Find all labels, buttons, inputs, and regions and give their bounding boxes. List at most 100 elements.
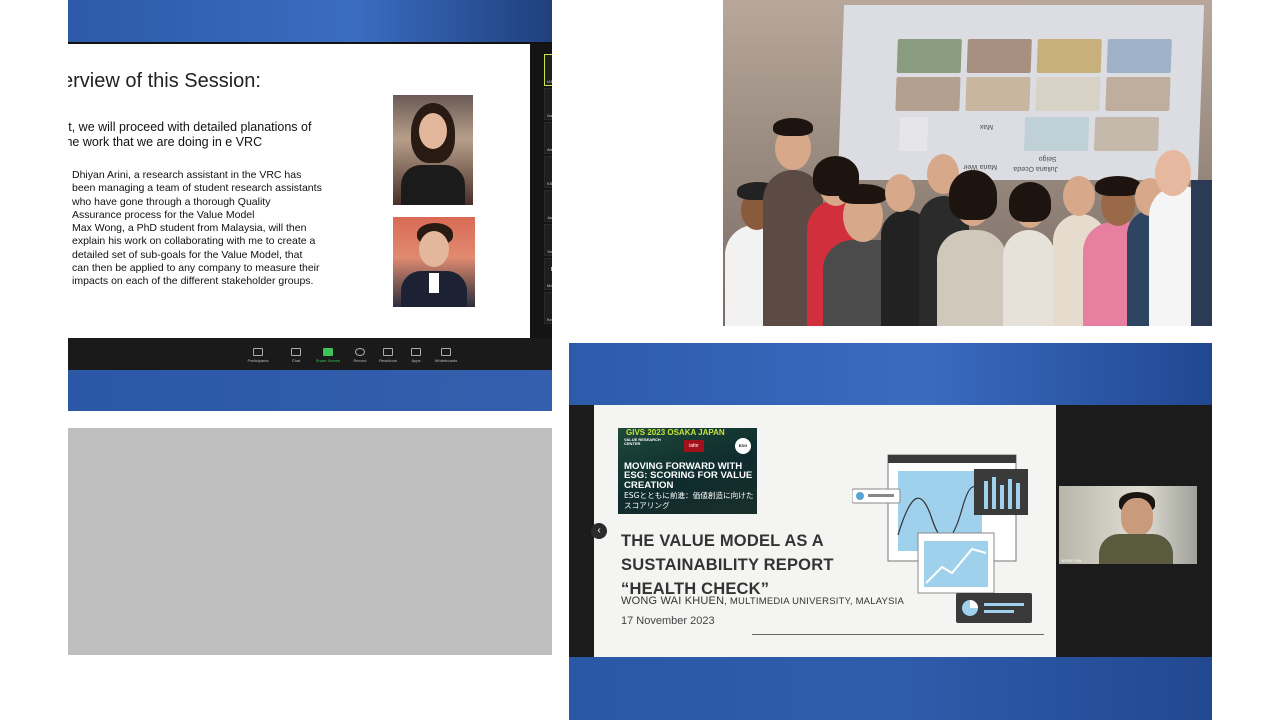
participant-name: Masao Tomonaga — [545, 267, 552, 273]
person-hair — [1095, 176, 1141, 196]
person — [1191, 180, 1212, 326]
whiteboard-icon — [441, 348, 451, 356]
person-face — [885, 174, 915, 212]
gallery-tile — [896, 39, 962, 73]
participant-tile[interactable]: Gautam Mahajan — [544, 88, 552, 120]
screen-name-label: Seigo — [1038, 155, 1057, 162]
person-hair — [949, 170, 997, 220]
cover-japanese: ESGとともに前進：価値創造に向けたスコアリング — [624, 491, 754, 510]
whiteboards-label: Whiteboards — [434, 358, 458, 363]
person-face — [1155, 150, 1191, 196]
gallery-tile — [1023, 117, 1090, 151]
person — [937, 230, 1007, 326]
gallery-tile — [1093, 117, 1160, 151]
participant-name: Kei Iphone — [545, 301, 552, 307]
chat-label: Chat — [291, 358, 301, 363]
participant-caption: Alexander B. — [547, 147, 552, 152]
zoom-presentation-screenshot: GIVS 2023 OSAKA JAPAN VALUE RESEARCH CEN… — [569, 343, 1212, 720]
divider — [752, 634, 1044, 635]
slide-date: 17 November 2023 — [621, 615, 715, 627]
gallery-tile — [1036, 39, 1102, 73]
participant-name: Yahui — [545, 233, 552, 239]
participant-caption: Gautam Mahajan — [547, 113, 552, 118]
person — [1003, 230, 1055, 326]
screen-name-label: Maria Weir — [963, 163, 998, 170]
person-hair — [773, 118, 813, 136]
participant-tile[interactable]: IAFOR — [544, 54, 552, 86]
background-band-top — [569, 343, 1212, 405]
portrait-woman — [393, 95, 473, 205]
slide-bullet-1: Dhiyan Arini, a research assistant in th… — [72, 169, 322, 221]
gallery-tile — [965, 77, 1031, 111]
gallery-tile — [1105, 77, 1171, 111]
gallery-tile — [1035, 77, 1101, 111]
whiteboards-button[interactable]: Whiteboards — [432, 348, 460, 363]
slide-intro: xt, we will proceed with detailed planat… — [68, 120, 312, 149]
participants-button[interactable]: Participants — [244, 348, 272, 363]
people-icon — [253, 348, 263, 356]
slide-bullet-2: Max Wong, a PhD student from Malaysia, w… — [72, 222, 320, 288]
iafor-logo: iafor — [684, 440, 704, 452]
shared-slide: erview of this Session: xt, we will proc… — [68, 44, 530, 338]
participant-tile[interactable]: Yahui Yahui — [544, 224, 552, 256]
chat-icon — [291, 348, 301, 356]
record-label: Record — [353, 358, 367, 363]
reactions-button[interactable]: Reactions — [374, 348, 402, 363]
share-screen-label: Share Screen — [315, 358, 341, 363]
participant-caption: IAFOR — [547, 79, 552, 84]
author-name: WONG WAI KHUEN — [621, 595, 725, 607]
background-band-bottom — [569, 657, 1212, 720]
zoom-session-screenshot: erview of this Session: xt, we will proc… — [68, 0, 552, 411]
participant-gallery: IAFORWONG WAI...Gautam Mahajaniaforiafor… — [530, 44, 552, 338]
person-hair — [839, 184, 887, 204]
speaker-video: WONG WA... — [1059, 486, 1197, 564]
participants-label: Participants — [247, 358, 269, 363]
share-screen-button[interactable]: Share Screen — [314, 348, 342, 363]
participant-caption: Masao Tomonaga — [547, 283, 552, 288]
speaker-name-label: WONG WA... — [1061, 558, 1085, 563]
person-hair — [1009, 182, 1051, 222]
share-icon — [323, 348, 333, 356]
chat-button[interactable]: Chat — [282, 348, 310, 363]
projection-screen: Max Maria Weir Seigo Juliana Oceda — [837, 5, 1205, 180]
gallery-tile — [898, 117, 929, 151]
gallery-tile — [1106, 39, 1172, 73]
title-slide: GIVS 2023 OSAKA JAPAN VALUE RESEARCH CEN… — [594, 405, 1056, 657]
placeholder-box — [68, 428, 552, 655]
conference-cover-image: GIVS 2023 OSAKA JAPAN VALUE RESEARCH CEN… — [618, 428, 757, 514]
gallery-tile — [895, 77, 961, 111]
record-icon — [355, 348, 365, 356]
participant-name: KS Saw — [545, 165, 552, 171]
esg-badge: ESG — [735, 438, 751, 454]
zoom-toolbar: Participants Chat Share Screen Record Re… — [68, 338, 552, 370]
participant-tile[interactable]: KS Saw KS Saw — [544, 156, 552, 188]
reactions-label: Reactions — [379, 358, 397, 363]
record-button[interactable]: Record — [346, 348, 374, 363]
participant-tile[interactable]: Masao Tomonaga Masao Tomonaga — [544, 258, 552, 290]
slide-title: erview of this Session: — [68, 70, 261, 92]
previous-slide-button[interactable]: ‹ — [591, 523, 607, 539]
person-face — [1063, 176, 1095, 216]
apps-button[interactable]: Apps — [402, 348, 430, 363]
apps-label: Apps — [411, 358, 421, 363]
group-photo: Max Maria Weir Seigo Juliana Oceda — [723, 0, 1212, 326]
smile-icon — [383, 348, 393, 356]
apps-icon — [411, 348, 421, 356]
portrait-man — [393, 217, 475, 307]
participant-caption: Kei Iphone — [547, 317, 552, 322]
participant-tile[interactable]: Alexander B. — [544, 122, 552, 154]
cover-center-logo: VALUE RESEARCH CENTER — [624, 437, 661, 446]
cover-headline: MOVING FORWARD WITH ESG: SCORING FOR VAL… — [624, 461, 753, 491]
background-band-top — [68, 0, 552, 44]
screen-name-label: Juliana Oceda — [1013, 165, 1059, 172]
gallery-tile — [966, 39, 1032, 73]
participant-tile[interactable]: Jaeeun Jung Jaeeun Jung — [544, 190, 552, 222]
participant-caption: Yahui — [547, 249, 552, 254]
background-band-bottom — [68, 370, 552, 411]
participant-caption: Jaeeun Jung — [547, 215, 552, 220]
participant-name: Jaeeun Jung — [545, 199, 552, 205]
screen-name-label: Max — [979, 123, 994, 130]
participant-tile[interactable]: Kei Iphone Kei Iphone — [544, 292, 552, 324]
participant-caption: KS Saw — [547, 181, 552, 186]
cover-event: GIVS 2023 OSAKA JAPAN — [626, 428, 725, 437]
